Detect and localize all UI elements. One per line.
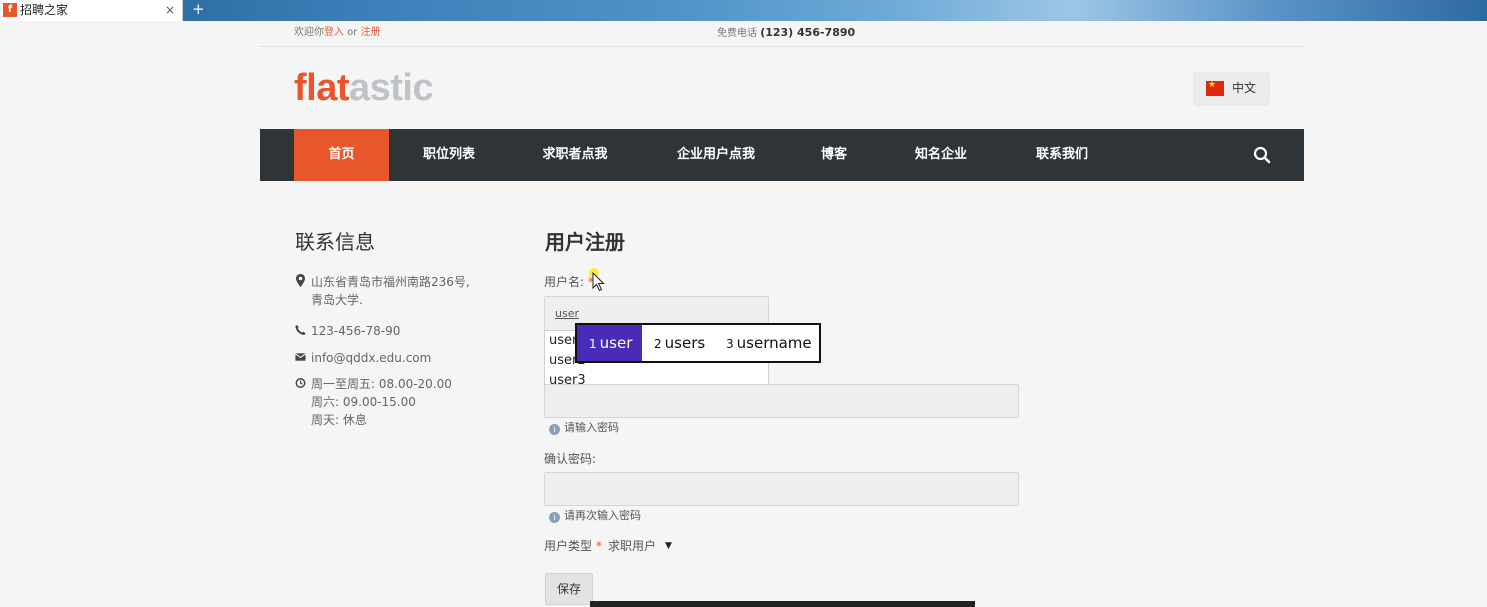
confirm-password-input[interactable]	[544, 472, 1019, 506]
or-text: or	[344, 27, 361, 38]
password-hint-text: 请输入密码	[564, 421, 619, 434]
free-phone: 免费电话 (123) 456-7890	[717, 27, 855, 40]
nav-item-blog[interactable]: 博客	[814, 129, 854, 181]
map-marker-icon	[296, 274, 305, 287]
login-link[interactable]: 登入	[324, 27, 344, 38]
taskbar-strip	[590, 601, 975, 607]
autocomplete-item[interactable]: user	[549, 333, 577, 349]
envelope-icon	[295, 353, 306, 361]
hours-line3: 周天: 休息	[311, 413, 367, 427]
info-icon: i	[549, 512, 560, 523]
browser-tab-strip: f 招聘之家 × +	[0, 0, 1487, 21]
language-label: 中文	[1232, 81, 1257, 95]
phone-number: (123) 456-7890	[760, 26, 856, 39]
welcome-prefix: 欢迎你	[294, 27, 324, 38]
save-button[interactable]: 保存	[545, 573, 593, 605]
new-tab-button[interactable]: +	[192, 0, 205, 19]
clock-icon	[295, 378, 306, 388]
logo-part1: flat	[294, 67, 350, 109]
browser-tab[interactable]: f 招聘之家 ×	[0, 0, 183, 21]
username-value: user	[555, 307, 579, 320]
tab-title: 招聘之家	[20, 3, 69, 17]
ime-candidate-window: 1 user 2 users 3 username	[575, 323, 821, 363]
hours-line2: 周六: 09.00-15.00	[311, 395, 416, 409]
top-bar: 欢迎你登入 or 注册 免费电话 (123) 456-7890	[260, 21, 1304, 47]
email-text: info@qddx.edu.com	[311, 351, 432, 365]
ime-candidate-2[interactable]: 2 users	[654, 325, 705, 361]
hours-line1: 周一至周五: 08.00-20.00	[311, 377, 452, 391]
user-type-select[interactable]: 求职用户	[608, 539, 656, 553]
password-input[interactable]	[544, 384, 1019, 418]
register-link[interactable]: 注册	[361, 27, 381, 38]
site-logo[interactable]: flatastic	[294, 67, 434, 109]
required-mark: *	[595, 539, 602, 553]
nav-item-companies[interactable]: 企业用户点我	[666, 129, 766, 181]
confirm-password-hint: i 请再次输入密码	[549, 509, 641, 523]
nav-item-jobseekers[interactable]: 求职者点我	[531, 129, 619, 181]
main-nav: 首页 职位列表 求职者点我 企业用户点我 博客 知名企业 联系我们	[260, 129, 1304, 181]
favicon-icon: f	[3, 3, 17, 17]
ime-candidate-3[interactable]: 3 username	[726, 325, 812, 361]
search-icon[interactable]	[1253, 146, 1271, 164]
logo-part2: astic	[349, 67, 434, 109]
username-label: 用户名: *	[544, 275, 594, 289]
phone-icon	[295, 324, 306, 336]
info-icon: i	[549, 424, 560, 435]
password-hint: i 请输入密码	[549, 421, 619, 435]
contact-info-title: 联系信息	[295, 230, 375, 254]
phone-label: 免费电话	[717, 28, 761, 39]
welcome-text: 欢迎你登入 or 注册	[294, 27, 381, 39]
address-line1: 山东省青岛市福州南路236号,	[311, 275, 470, 289]
user-type-label: 用户类型 *	[544, 539, 602, 553]
nav-item-famous-companies[interactable]: 知名企业	[904, 129, 978, 181]
language-switcher[interactable]: 中文	[1193, 72, 1270, 106]
confirm-password-label: 确认密码:	[544, 452, 597, 466]
register-title: 用户注册	[545, 230, 625, 254]
address-line2: 青岛大学.	[311, 293, 363, 307]
china-flag-icon	[1206, 80, 1224, 96]
mouse-cursor-icon	[592, 272, 605, 292]
nav-item-contact[interactable]: 联系我们	[1024, 129, 1100, 181]
user-type-label-text: 用户类型	[544, 539, 596, 553]
nav-item-jobs[interactable]: 职位列表	[409, 129, 489, 181]
nav-item-home[interactable]: 首页	[294, 129, 389, 181]
phone-text: 123-456-78-90	[311, 324, 401, 338]
close-tab-icon[interactable]: ×	[165, 2, 175, 18]
dropdown-arrow-icon[interactable]: ▼	[665, 539, 672, 553]
confirm-hint-text: 请再次输入密码	[564, 509, 641, 522]
username-label-text: 用户名:	[544, 275, 588, 289]
ime-candidate-1[interactable]: 1 user	[577, 325, 642, 361]
